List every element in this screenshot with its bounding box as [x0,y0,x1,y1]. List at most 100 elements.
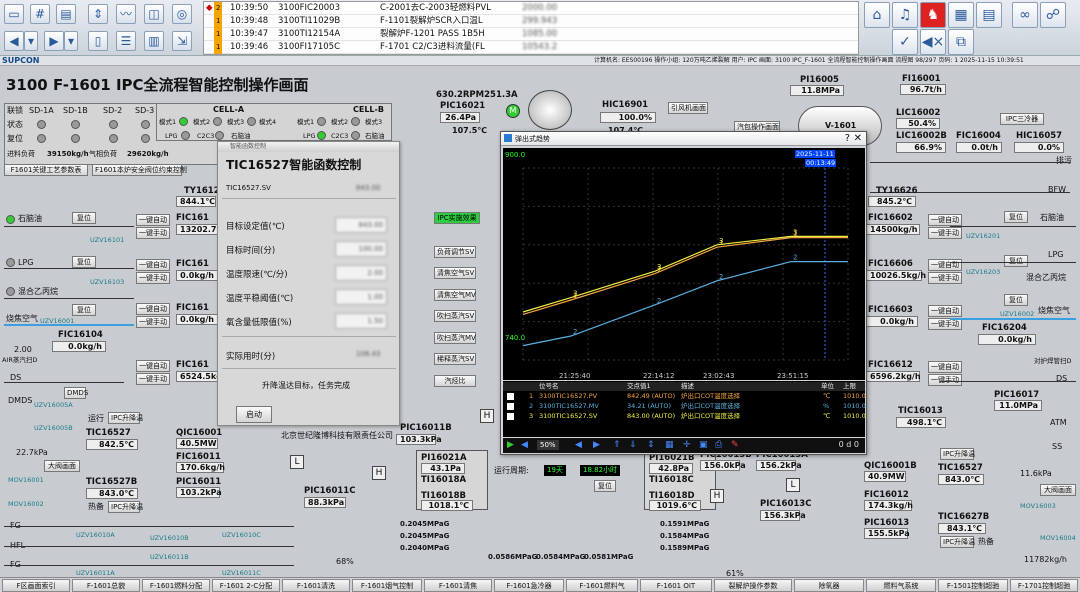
tab-params[interactable]: 裂解炉操作参数 [714,579,792,592]
mode1-indicator[interactable] [179,117,188,126]
close-icon[interactable]: ✕ [854,132,862,146]
legend-row[interactable]: 1 3100TIC16527.PV 842.49 (AUTO) 炉出口COT温度… [503,392,866,401]
fic16612-value[interactable]: 6596.2kg/h [866,371,921,382]
mute-icon[interactable]: ◀× [920,29,946,55]
alarm-row[interactable]: 1 10:39:46 3100FI17105C F-1701 C2/C3进料流量… [204,41,858,54]
tab-index[interactable]: F区画面索引 [2,579,70,592]
tab-quench[interactable]: F-1601急冷器 [494,579,564,592]
tab-decoke[interactable]: F-1601清焦 [424,579,492,592]
fic16204-value[interactable]: 0.0kg/h [978,334,1036,345]
r-naphtha-manual-button[interactable]: 一键手动 [928,227,962,239]
fan-icon[interactable] [528,90,572,130]
motor-icon[interactable]: M [506,104,520,118]
pi16005-value[interactable]: 11.8MPa [790,85,844,96]
cpic16011-value[interactable]: 103.2kPa [176,487,222,498]
naphtha-reset-button[interactable]: 复位 [72,212,96,224]
air-manual-button[interactable]: 一键手动 [136,316,170,328]
alarm-row[interactable]: 1 10:39:48 3100TI11029B F-1101裂解炉SCR入口温L… [204,15,858,28]
dmds-button[interactable]: DMDS [64,387,88,399]
sd2-reset[interactable] [109,134,118,143]
chart-icon[interactable]: ◫ [144,4,164,24]
ipc-upgrade-left-button[interactable]: IPC升降温 [108,412,143,424]
pic16021-value[interactable]: 26.4Pa [440,112,480,123]
print-icon[interactable]: ⎙ [715,440,722,450]
sd1a-reset[interactable] [37,134,46,143]
scroll-up-icon[interactable]: ⇑ [613,440,621,450]
report-icon[interactable]: ▤ [976,2,1002,28]
steam-manual-button[interactable]: 一键手动 [136,373,170,385]
ipc-upgrade-right-button[interactable]: IPC升降温 [940,448,975,460]
tic16627-value[interactable]: 843.0℃ [938,474,984,485]
pic16017-value[interactable]: 11.0MPa [994,400,1042,411]
tab-clean[interactable]: F-1601清洗 [282,579,350,592]
settings-icon[interactable]: ✎ [731,440,739,450]
fic16602-value[interactable]: 14500kg/h [866,224,920,235]
play-icon[interactable]: ▶ [507,440,514,450]
run-reset-button[interactable]: 复位 [594,480,616,492]
air-sv-button[interactable]: 清焦空气SV [434,267,476,279]
cursor-icon[interactable]: ✛ [683,440,691,450]
pic16013b-value[interactable]: 156.0kPa [700,460,746,471]
pic16011b-value[interactable]: 103.3kPa [396,434,442,445]
r-lpg-auto-button[interactable]: 一键自动 [928,259,962,271]
lpg-auto-button[interactable]: 一键自动 [136,259,170,271]
fic161a-value[interactable]: 13202.7k [176,224,222,235]
tab-overview[interactable]: F-1601总貌 [72,579,140,592]
target-setpoint-input[interactable]: 843.00 [335,217,387,233]
oxygen-limit-input[interactable]: 1.50 [335,313,387,329]
h-indicator-left-icon[interactable]: H [372,466,386,480]
tab-fuel-gas[interactable]: F-1601燃料气 [566,579,638,592]
fic161b-value[interactable]: 0.0kg/h [176,270,218,281]
l-indicator-icon[interactable]: L [290,455,304,469]
grid-icon[interactable]: # [30,4,50,24]
r-lpg-reset-button[interactable]: 复位 [1004,255,1028,267]
dilution-sv-button[interactable]: 稀释蒸汽SV [434,353,476,365]
fic161d-value[interactable]: 6524.5kg [176,371,222,382]
big-valve-left-button[interactable]: 大阀画面 [44,460,80,472]
alarm-row[interactable]: ◆ 2 10:39:50 3100FIC20003 C-2001去C-2003轻… [204,2,858,15]
ty1612-value[interactable]: 844.1℃ [176,196,216,207]
page-list-icon[interactable]: ☰ [116,31,136,51]
hic16057-value[interactable]: 0.0% [1014,142,1064,153]
b-mode2-indicator[interactable] [351,117,360,126]
lpg-reset-button[interactable]: 复位 [72,256,96,268]
legend-checkbox[interactable] [507,393,514,400]
table-icon[interactable]: ▦ [948,2,974,28]
tab-flue[interactable]: F-1601烟气控制 [352,579,422,592]
fit-icon[interactable]: ⇕ [647,440,655,450]
r-steam-manual-button[interactable]: 一键手动 [928,374,962,386]
tab-oit[interactable]: F-1601 OIT [640,579,712,592]
purge-sv-button[interactable]: 吹扫蒸汽SV [434,310,476,322]
air-auto-button[interactable]: 一键自动 [136,303,170,315]
temp-threshold-input[interactable]: 1.00 [335,289,387,305]
naphtha-auto-button[interactable]: 一键自动 [136,214,170,226]
zoom-in-icon[interactable]: ▶ [593,440,600,450]
tic16527b-value[interactable]: 843.0℃ [86,488,138,499]
r-naphtha-reset-button[interactable]: 复位 [1004,211,1028,223]
zoom-out-icon[interactable]: ◀ [575,440,582,450]
fi16001-value[interactable]: 96.7t/h [900,84,946,95]
trend-plot[interactable]: 111122223333 900.0 740.0 2025-11-11 00:1… [503,148,865,380]
fic16104-value[interactable]: 0.0kg/h [52,341,106,352]
check-icon[interactable]: ✓ [892,29,918,55]
ipc-upgrade-right2-button[interactable]: IPC升降温 [940,536,975,548]
lic16002b-value[interactable]: 66.9% [896,142,946,153]
lic16002-value[interactable]: 50.4% [896,118,940,129]
home-icon[interactable]: ⌂ [864,2,890,28]
tab-f1501[interactable]: F-1501控制超驰 [938,579,1008,592]
doc-icon[interactable]: ▤ [56,4,76,24]
big-valve-right-button[interactable]: 大阀画面 [1040,484,1076,496]
legend-checkbox[interactable] [507,413,514,420]
back-dropdown-icon[interactable]: ▾ [24,31,38,51]
safety-valve-button[interactable]: F1601本炉安全阀位约束控制 [92,164,187,176]
grid-toggle-icon[interactable]: ▦ [665,440,674,450]
step-back-icon[interactable]: ◀ [521,440,528,450]
tic16627b-value[interactable]: 843.1℃ [938,523,986,534]
induced-fan-button[interactable]: 引风机画面 [668,102,708,114]
tic16527-value[interactable]: 842.5℃ [86,439,138,450]
purge-mv-button[interactable]: 吹扫蒸汽MV [434,332,476,344]
fic16004-value[interactable]: 0.0t/h [956,142,1002,153]
alarm-row[interactable]: 1 10:39:47 3100TI12154A 裂解炉F-1201 PASS 1… [204,28,858,41]
sd3-reset[interactable] [141,134,150,143]
trend-icon[interactable]: 〰 [116,4,136,24]
